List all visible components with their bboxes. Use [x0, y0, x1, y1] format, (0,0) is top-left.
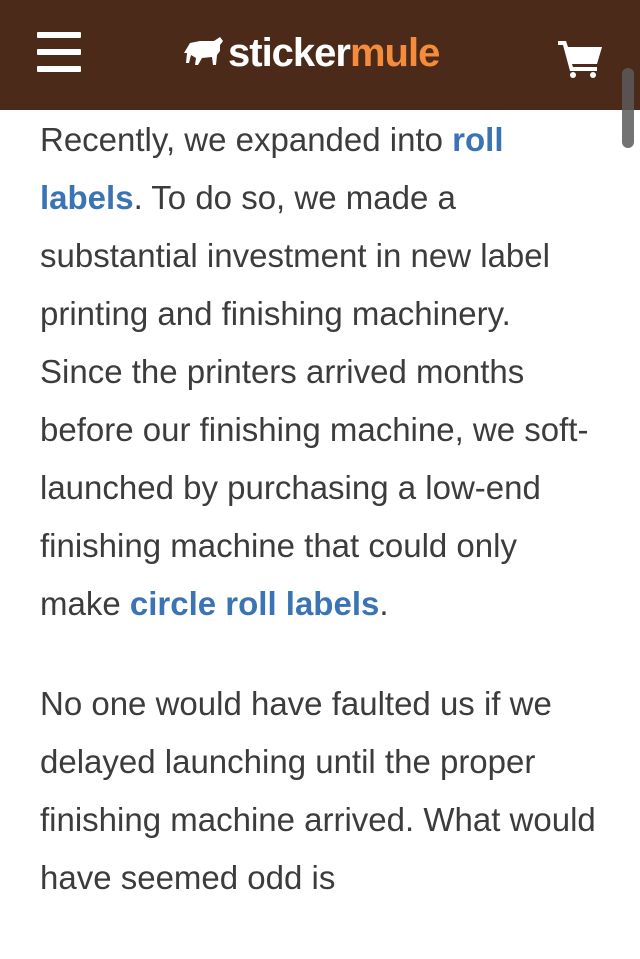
logo-text-sticker: sticker [228, 31, 351, 75]
shopping-cart-icon[interactable] [556, 38, 604, 78]
top-navigation-bar: stickermule [0, 0, 640, 110]
logo-text-mule: mule [349, 31, 440, 75]
article-paragraph: Recently, we expanded into roll labels. … [40, 110, 600, 633]
menu-bar [37, 32, 81, 38]
article-body: Recently, we expanded into roll labels. … [40, 110, 600, 907]
paragraph-text: Recently, we expanded into [40, 121, 453, 158]
logo-text: stickermule [228, 30, 440, 76]
scrollbar-thumb[interactable] [622, 68, 634, 148]
stickermule-logo[interactable]: stickermule [180, 30, 440, 76]
hamburger-menu-icon[interactable] [37, 32, 81, 72]
paragraph-text: . [379, 585, 389, 622]
menu-bar [37, 49, 81, 55]
mule-icon [184, 37, 223, 65]
article-paragraph: No one would have faulted us if we delay… [40, 685, 596, 896]
circle-roll-labels-link[interactable]: circle roll labels [130, 585, 379, 622]
paragraph-text: . To do so, we made a substantial invest… [40, 179, 589, 622]
menu-bar [37, 66, 81, 72]
